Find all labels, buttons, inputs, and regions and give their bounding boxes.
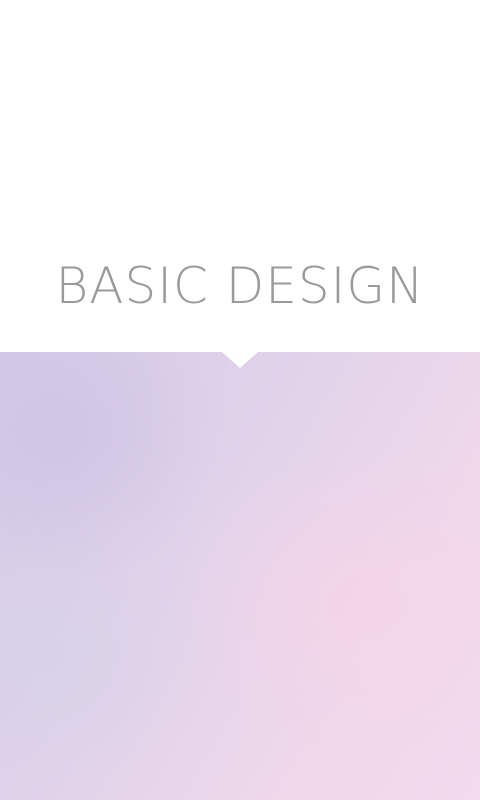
- splash-screen: BASIC DESIGN: [0, 0, 480, 800]
- header-area: BASIC DESIGN: [0, 0, 480, 352]
- pointer-notch: [222, 352, 258, 368]
- app-title: BASIC DESIGN: [55, 257, 425, 315]
- gradient-background: [0, 352, 480, 800]
